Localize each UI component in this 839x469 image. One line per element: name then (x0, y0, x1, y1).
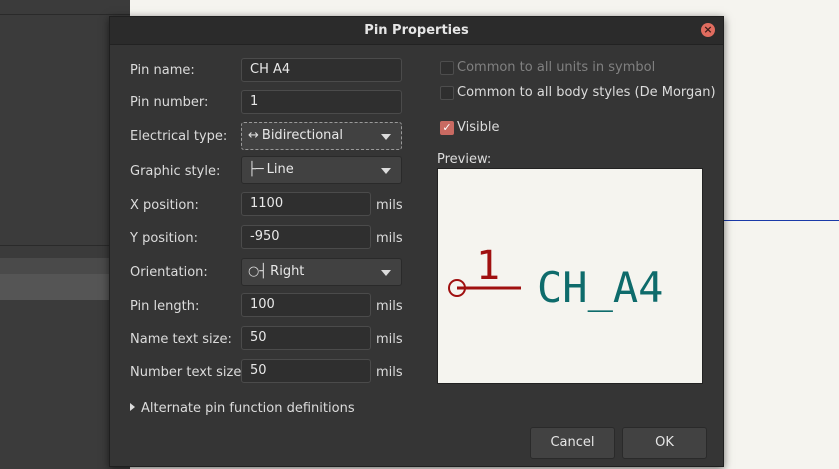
schematic-canvas (720, 0, 839, 469)
pin-name-input[interactable]: CH A4 (241, 58, 402, 82)
x-position-unit: mils (376, 198, 403, 213)
preview-label: Preview: (437, 152, 492, 167)
name-text-size-label: Name text size: (130, 332, 232, 347)
pin-preview-drawing: 1 CH_A4 (448, 243, 663, 312)
number-text-size-unit: mils (376, 365, 403, 380)
ok-button[interactable]: OK (622, 427, 707, 459)
common-body-styles-checkbox[interactable] (440, 86, 454, 100)
bidirectional-icon: ↔ (248, 128, 259, 143)
y-position-label: Y position: (130, 231, 198, 246)
graphic-style-value: Line (266, 162, 294, 177)
graphic-style-select[interactable]: ├─ Line (241, 156, 402, 184)
expand-arrow-icon (130, 403, 135, 411)
electrical-type-select[interactable]: ↔ Bidirectional (241, 122, 402, 150)
dialog-title: Pin Properties (364, 23, 469, 38)
pin-length-unit: mils (376, 299, 403, 314)
pin-length-label: Pin length: (130, 299, 200, 314)
electrical-type-value: Bidirectional (261, 128, 343, 143)
chevron-down-icon (381, 134, 391, 140)
common-units-label: Common to all units in symbol (457, 60, 656, 75)
preview-pin-name: CH_A4 (537, 263, 663, 312)
visible-checkbox[interactable]: ✓ (440, 121, 454, 135)
alternate-functions-expander[interactable]: Alternate pin function definitions (130, 401, 355, 416)
pin-number-input[interactable]: 1 (241, 90, 402, 114)
schematic-wire (723, 220, 839, 221)
orientation-value: Right (270, 264, 305, 279)
preview-pin-number: 1 (476, 243, 500, 289)
panel-divider (0, 14, 130, 15)
y-position-unit: mils (376, 231, 403, 246)
cancel-button[interactable]: Cancel (530, 427, 615, 459)
chevron-down-icon (381, 270, 391, 276)
orientation-select[interactable]: ○┤ Right (241, 258, 402, 286)
orientation-label: Orientation: (130, 265, 208, 280)
electrical-type-label: Electrical type: (130, 129, 228, 144)
y-position-input[interactable]: -950 (241, 225, 371, 249)
number-text-size-label: Number text size: (130, 365, 246, 380)
pin-properties-dialog: Pin Properties × Pin name: CH A4 Pin num… (109, 16, 724, 467)
alternate-functions-label: Alternate pin function definitions (141, 401, 355, 416)
line-style-icon: ├─ (248, 162, 264, 177)
x-position-input[interactable]: 1100 (241, 192, 371, 216)
x-position-label: X position: (130, 198, 199, 213)
number-text-size-input[interactable]: 50 (241, 359, 371, 383)
pin-name-label: Pin name: (130, 63, 195, 78)
pin-length-input[interactable]: 100 (241, 293, 371, 317)
name-text-size-input[interactable]: 50 (241, 326, 371, 350)
pin-number-label: Pin number: (130, 95, 209, 110)
visible-label: Visible (457, 120, 500, 135)
pin-preview-canvas: 1 CH_A4 (437, 168, 703, 384)
name-text-size-unit: mils (376, 332, 403, 347)
graphic-style-label: Graphic style: (130, 164, 221, 179)
chevron-down-icon (381, 168, 391, 174)
common-body-styles-label: Common to all body styles (De Morgan) (457, 85, 716, 100)
dialog-titlebar: Pin Properties × (110, 17, 723, 45)
common-units-checkbox[interactable] (440, 61, 454, 75)
close-icon[interactable]: × (701, 23, 715, 37)
pin-right-icon: ○┤ (248, 264, 268, 279)
checkmark-icon: ✓ (442, 121, 452, 134)
